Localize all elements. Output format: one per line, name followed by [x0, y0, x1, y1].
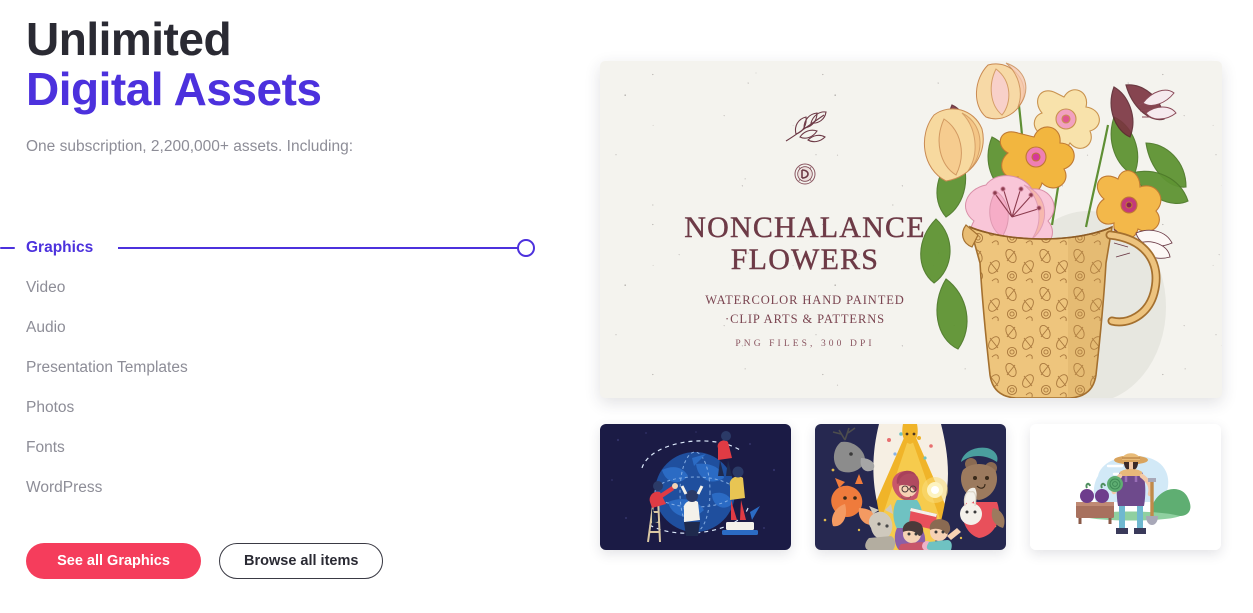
cta-button-row: See all Graphics Browse all items [26, 543, 384, 579]
category-item-photos[interactable]: Photos [0, 388, 575, 428]
hero-meta-text: PNG FILES, 300 DPI [735, 339, 875, 349]
thumbnail-row [600, 424, 1222, 550]
category-label[interactable]: Audio [26, 319, 66, 337]
hero-title-line-1: NONCHALANCE [684, 211, 926, 244]
category-label[interactable]: WordPress [26, 479, 102, 497]
see-all-graphics-button[interactable]: See all Graphics [26, 543, 201, 579]
category-label[interactable]: Fonts [26, 439, 65, 457]
active-dash-icon [0, 247, 15, 249]
category-item-video[interactable]: Video [0, 268, 575, 308]
hero-text-block: NONCHALANCE FLOWERS WATERCOLOR HAND PAIN… [630, 61, 980, 398]
thumbnail-global-teamwork[interactable] [600, 424, 791, 550]
hero-subtitle-line-2: ·CLIP ARTS & PATTERNS [725, 312, 885, 326]
slider-handle[interactable] [517, 239, 535, 257]
headline-line-2: Digital Assets [26, 63, 322, 115]
headline-line-1: Unlimited [26, 13, 232, 65]
slider-track[interactable] [118, 247, 520, 249]
category-label[interactable]: Video [26, 279, 65, 297]
category-item-graphics[interactable]: Graphics [0, 228, 575, 268]
subheadline: One subscription, 2,200,000+ assets. Inc… [26, 138, 353, 155]
page-title: Unlimited Digital Assets [26, 14, 556, 114]
category-label[interactable]: Photos [26, 399, 74, 417]
category-label[interactable]: Graphics [26, 239, 93, 257]
hero-preview-card[interactable]: NONCHALANCE FLOWERS WATERCOLOR HAND PAIN… [600, 61, 1222, 398]
stamp-seal-icon [794, 163, 816, 190]
category-item-fonts[interactable]: Fonts [0, 428, 575, 468]
hero-subtitle-line-1: WATERCOLOR HAND PAINTED [705, 293, 905, 307]
category-slider-list: Graphics Video Audio Presentation Templa… [0, 228, 575, 508]
category-item-presentation-templates[interactable]: Presentation Templates [0, 348, 575, 388]
thumbnail-storytime-animals[interactable] [815, 424, 1006, 550]
left-content-column: Unlimited Digital Assets One subscriptio… [0, 0, 575, 613]
category-item-wordpress[interactable]: WordPress [0, 468, 575, 508]
right-preview-column: NONCHALANCE FLOWERS WATERCOLOR HAND PAIN… [575, 0, 1253, 613]
leaf-sprig-icon [782, 110, 828, 149]
category-item-audio[interactable]: Audio [0, 308, 575, 348]
promo-hero-section: Unlimited Digital Assets One subscriptio… [0, 0, 1253, 613]
browse-all-items-button[interactable]: Browse all items [219, 543, 384, 579]
category-label[interactable]: Presentation Templates [26, 359, 188, 377]
thumbnail-farmer-gardening[interactable] [1030, 424, 1221, 550]
hero-title-line-2: FLOWERS [730, 243, 880, 276]
